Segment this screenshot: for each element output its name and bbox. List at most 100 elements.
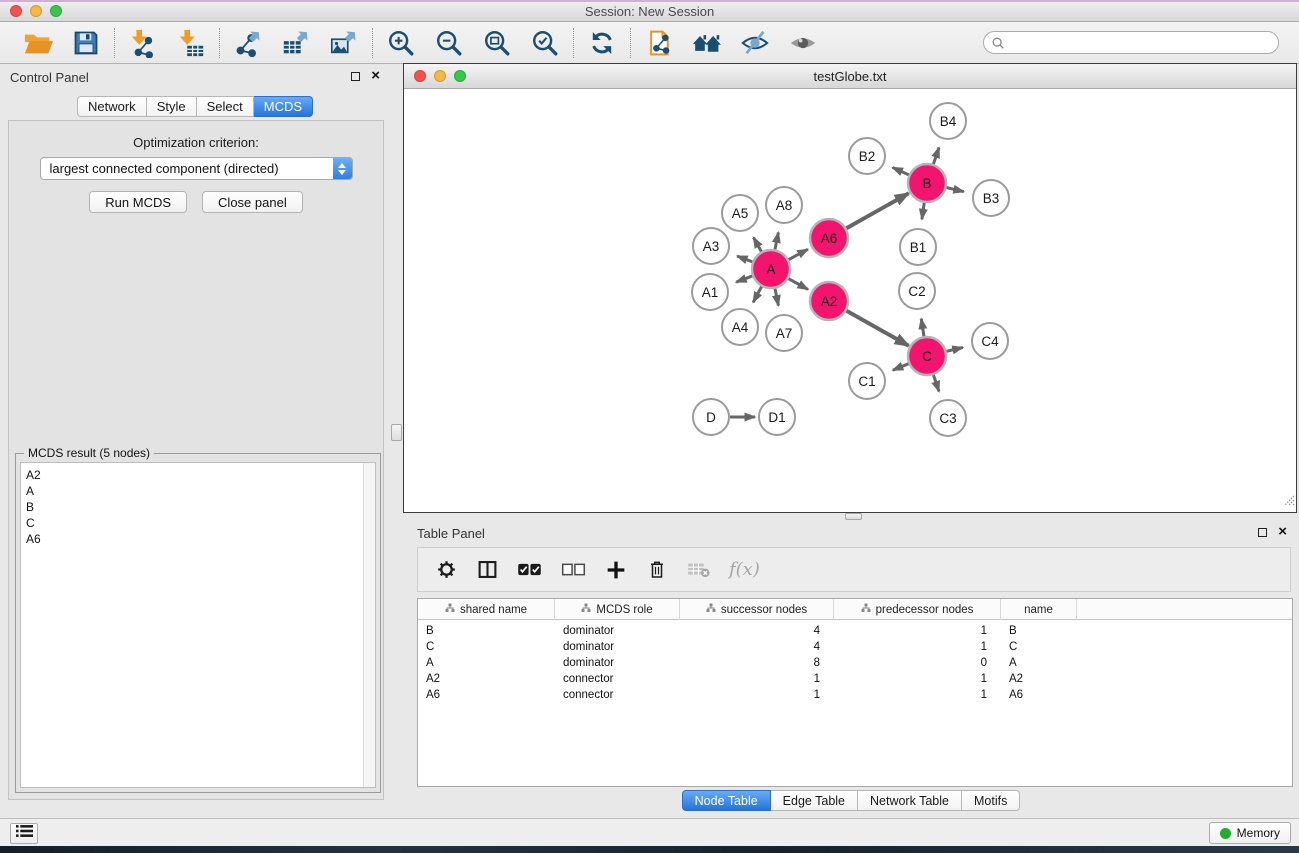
export-image-icon[interactable]	[328, 27, 360, 59]
node-A6[interactable]: A6	[810, 219, 848, 257]
edge-C-C3[interactable]	[933, 374, 939, 391]
tab-node-table[interactable]: Node Table	[682, 790, 771, 811]
close-panel-icon[interactable]: ×	[371, 67, 380, 85]
select-all-icon[interactable]	[517, 558, 542, 582]
zoom-selected-icon[interactable]	[529, 27, 561, 59]
tab-select[interactable]: Select	[197, 96, 254, 117]
table-close-panel-icon[interactable]: ×	[1278, 523, 1287, 541]
table-row[interactable]: Cdominator41C	[418, 639, 1292, 655]
function-builder-icon[interactable]: f(x)	[729, 558, 760, 582]
zoom-in-icon[interactable]	[385, 27, 417, 59]
optimization-criterion-select[interactable]: largest connected component (directed)	[40, 157, 353, 180]
clone-network-icon[interactable]	[643, 27, 675, 59]
refresh-layout-icon[interactable]	[586, 27, 618, 59]
column-header-successor-nodes[interactable]: successor nodes	[680, 599, 834, 620]
edge-B-B2[interactable]	[893, 167, 910, 175]
node-B2[interactable]: B2	[849, 138, 885, 174]
column-header-name[interactable]: name	[1001, 599, 1077, 620]
delete-table-icon[interactable]	[687, 558, 710, 582]
save-session-icon[interactable]	[70, 27, 102, 59]
node-A[interactable]: A	[752, 250, 790, 288]
hide-panel-icon[interactable]	[739, 27, 771, 59]
table-row[interactable]: Adominator80A	[418, 655, 1292, 671]
tab-motifs[interactable]: Motifs	[962, 790, 1020, 811]
node-A8[interactable]: A8	[766, 187, 802, 223]
mcds-result-list[interactable]: A2ABCA6	[20, 462, 376, 788]
result-list-item[interactable]: A2	[21, 467, 375, 483]
node-C2[interactable]: C2	[899, 273, 935, 309]
node-table[interactable]: shared nameMCDS rolesuccessor nodesprede…	[417, 598, 1293, 787]
table-row[interactable]: A6connector11A6	[418, 687, 1292, 703]
edge-A-A8[interactable]	[775, 232, 779, 250]
task-history-button[interactable]	[10, 823, 38, 844]
open-file-icon[interactable]	[22, 27, 54, 59]
delete-row-icon[interactable]	[646, 558, 668, 582]
node-B[interactable]: B	[908, 164, 946, 202]
zoom-out-icon[interactable]	[433, 27, 465, 59]
memory-button[interactable]: Memory	[1209, 822, 1291, 844]
show-panel-icon[interactable]	[787, 27, 819, 59]
tab-network[interactable]: Network	[77, 96, 147, 117]
edge-A-A2[interactable]	[788, 278, 808, 289]
column-header-predecessor-nodes[interactable]: predecessor nodes	[834, 599, 1001, 620]
edge-C-C4[interactable]	[945, 347, 962, 351]
network-window-titlebar[interactable]: testGlobe.txt	[404, 64, 1296, 89]
export-table-icon[interactable]	[280, 27, 312, 59]
result-list-item[interactable]: C	[21, 515, 375, 531]
edge-A-A6[interactable]	[788, 249, 808, 260]
node-A1[interactable]: A1	[692, 274, 728, 310]
result-scrollbar[interactable]	[363, 463, 375, 787]
search-input[interactable]	[983, 31, 1279, 54]
node-C3[interactable]: C3	[930, 400, 966, 436]
export-network-icon[interactable]	[232, 27, 264, 59]
node-A4[interactable]: A4	[722, 309, 758, 345]
table-float-panel-icon[interactable]	[1258, 528, 1267, 537]
edge-A2-C[interactable]	[846, 310, 909, 345]
table-row[interactable]: A2connector11A2	[418, 671, 1292, 687]
node-A3[interactable]: A3	[693, 228, 729, 264]
node-C1[interactable]: C1	[849, 363, 885, 399]
zoom-fit-icon[interactable]	[481, 27, 513, 59]
edge-A6-B[interactable]	[846, 193, 909, 228]
node-A5[interactable]: A5	[722, 195, 758, 231]
edge-A-A1[interactable]	[736, 276, 753, 282]
result-list-item[interactable]: B	[21, 499, 375, 515]
node-A7[interactable]: A7	[766, 315, 802, 351]
import-table-icon[interactable]	[175, 27, 207, 59]
float-panel-icon[interactable]	[351, 72, 360, 81]
result-list-item[interactable]: A6	[21, 531, 375, 547]
edge-C-C1[interactable]	[893, 363, 910, 370]
window-resize-grip-icon[interactable]	[1282, 493, 1295, 511]
column-header-mcds-role[interactable]: MCDS role	[555, 599, 680, 620]
edge-C-C2[interactable]	[921, 319, 924, 338]
tab-edge-table[interactable]: Edge Table	[771, 790, 858, 811]
node-C[interactable]: C	[908, 337, 946, 375]
edge-A-A4[interactable]	[753, 286, 762, 303]
horizontal-splitter-grip[interactable]	[845, 513, 862, 520]
column-header-shared-name[interactable]: shared name	[418, 599, 555, 620]
unselect-all-icon[interactable]	[561, 558, 586, 582]
node-B3[interactable]: B3	[973, 180, 1009, 216]
add-row-icon[interactable]	[605, 558, 627, 582]
edge-A-A7[interactable]	[775, 288, 779, 306]
edge-A-A5[interactable]	[754, 237, 762, 252]
node-B1[interactable]: B1	[900, 229, 936, 265]
edge-B-B3[interactable]	[945, 187, 963, 191]
node-D[interactable]: D	[693, 399, 729, 435]
import-network-icon[interactable]	[127, 27, 159, 59]
node-D1[interactable]: D1	[759, 399, 795, 435]
edge-B-B4[interactable]	[933, 148, 939, 165]
vertical-splitter-grip[interactable]	[391, 424, 402, 441]
node-A2[interactable]: A2	[810, 282, 848, 320]
edge-B-B1[interactable]	[922, 202, 924, 219]
tab-style[interactable]: Style	[147, 96, 197, 117]
network-canvas[interactable]: B4 B2 B B3 A5A8A6 A3 A B1 A1 C2 A2 A4A7 C4 C C1 C3 D D1	[404, 89, 1296, 512]
home-icon[interactable]	[691, 27, 723, 59]
node-B4[interactable]: B4	[930, 103, 966, 139]
tab-network-table[interactable]: Network Table	[858, 790, 962, 811]
run-mcds-button[interactable]: Run MCDS	[89, 191, 187, 213]
tab-mcds[interactable]: MCDS	[254, 96, 313, 117]
node-C4[interactable]: C4	[972, 323, 1008, 359]
edge-A-A3[interactable]	[737, 256, 753, 262]
close-panel-button[interactable]: Close panel	[202, 191, 303, 213]
